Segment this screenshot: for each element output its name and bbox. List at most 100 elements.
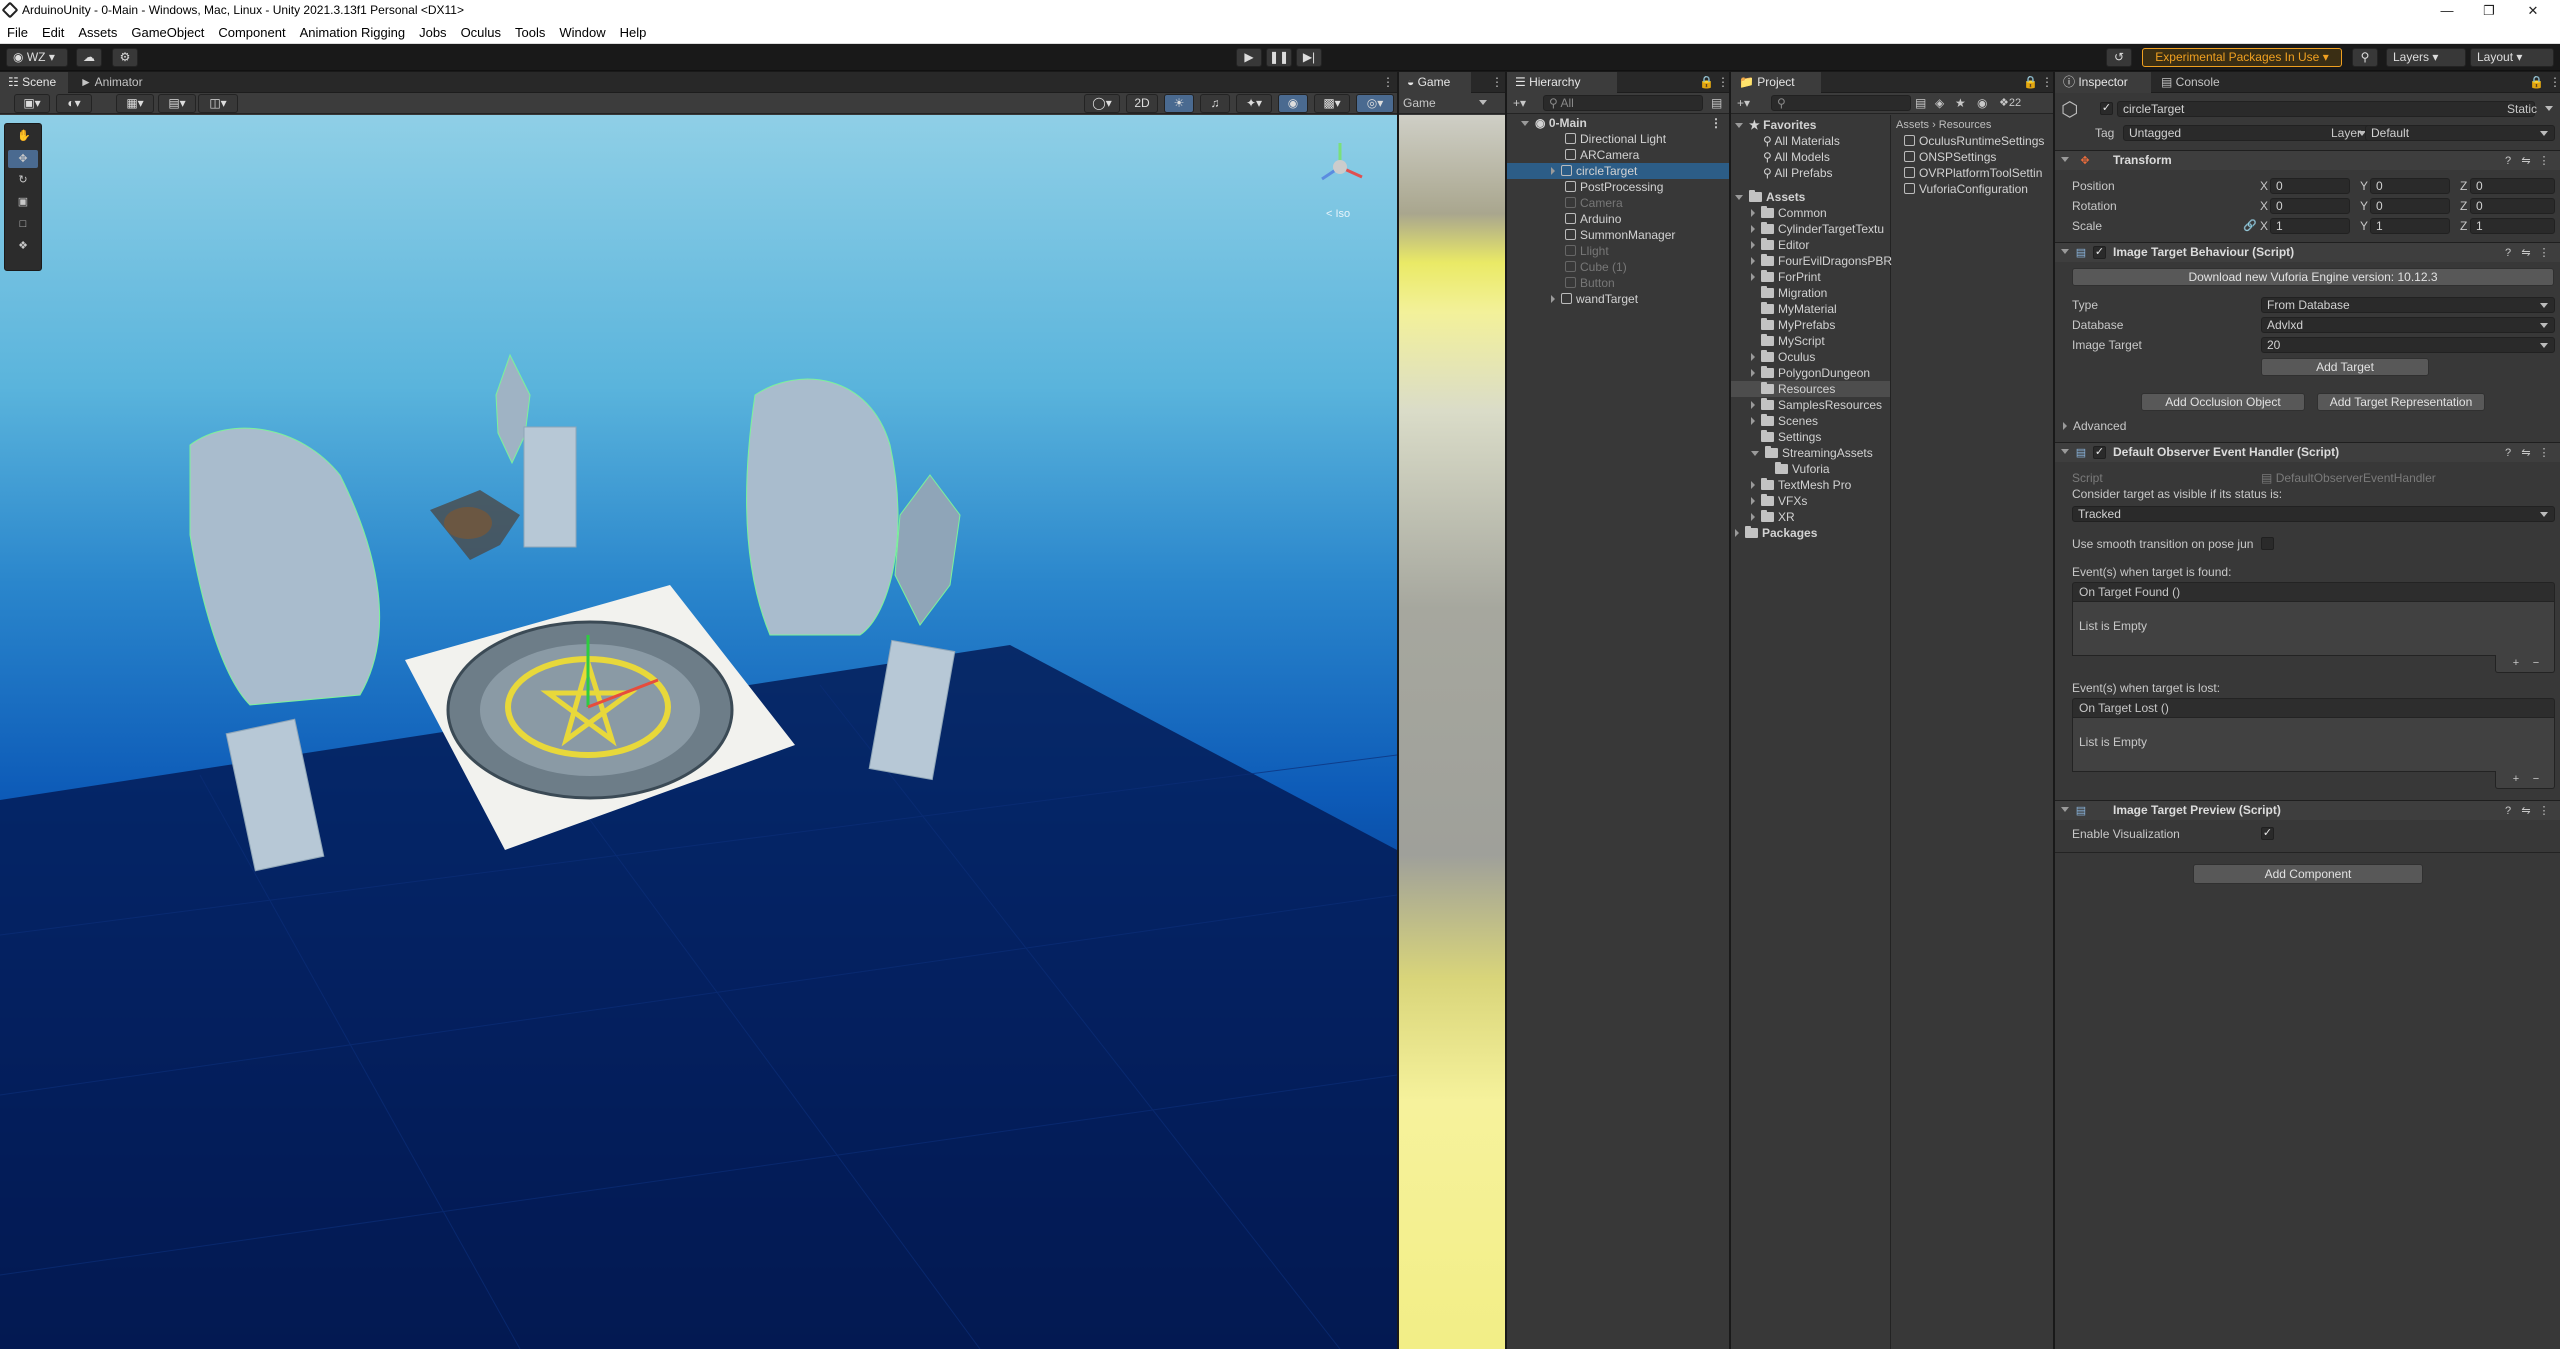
step-button[interactable]: ▶| bbox=[1296, 48, 1322, 67]
folder-item[interactable]: TextMesh Pro bbox=[1751, 477, 1851, 493]
add-event-icon[interactable]: + bbox=[2510, 657, 2522, 669]
folder-item[interactable]: PolygonDungeon bbox=[1751, 365, 1870, 381]
folder-item[interactable]: Vuforia bbox=[1775, 461, 1830, 477]
help-icon[interactable]: ? bbox=[2502, 447, 2514, 459]
hierarchy-item-selected[interactable]: circleTarget bbox=[1507, 163, 1729, 179]
folder-item[interactable]: Common bbox=[1751, 205, 1827, 221]
hierarchy-menu-icon[interactable]: ⋮ bbox=[1709, 72, 1729, 93]
add-target-representation-button[interactable]: Add Target Representation bbox=[2317, 393, 2485, 411]
component-menu-icon[interactable]: ⋮ bbox=[2538, 247, 2550, 259]
add-component-button[interactable]: Add Component bbox=[2193, 864, 2423, 884]
expand-icon[interactable] bbox=[1735, 529, 1739, 537]
pause-button[interactable]: ❚❚ bbox=[1266, 48, 1292, 67]
menu-jobs[interactable]: Jobs bbox=[412, 21, 453, 44]
file-item[interactable]: OVRPlatformToolSettin bbox=[1904, 165, 2042, 181]
rect-tool-icon[interactable]: □ bbox=[17, 218, 29, 230]
history-icon[interactable]: ↺ bbox=[2106, 48, 2132, 67]
inspector-menu-icon[interactable]: ⋮ bbox=[2541, 72, 2560, 93]
menu-component[interactable]: Component bbox=[211, 21, 292, 44]
hand-tool-icon[interactable]: ✋ bbox=[17, 130, 31, 142]
preset-icon[interactable]: ⇋ bbox=[2520, 447, 2532, 459]
tab-project[interactable]: 📁 Project bbox=[1731, 72, 1821, 93]
project-lock-icon[interactable]: 🔒 bbox=[2015, 72, 2038, 93]
expand-icon[interactable] bbox=[1751, 257, 1755, 265]
folder-item[interactable]: CylinderTargetTextu bbox=[1751, 221, 1884, 237]
favorites-header[interactable]: ★ Favorites bbox=[1735, 117, 1816, 133]
folder-item[interactable]: MyPrefabs bbox=[1761, 317, 1835, 333]
expand-icon[interactable] bbox=[1751, 225, 1755, 233]
folder-item[interactable]: Editor bbox=[1751, 237, 1809, 253]
persp-label[interactable]: < Iso bbox=[1326, 208, 1350, 220]
help-icon[interactable]: ? bbox=[2502, 805, 2514, 817]
file-item[interactable]: OculusRuntimeSettings bbox=[1904, 133, 2044, 149]
folder-item[interactable]: Scenes bbox=[1751, 413, 1818, 429]
folder-item[interactable]: FourEvilDragonsPBR bbox=[1751, 253, 1892, 269]
scene-viewport[interactable]: < Iso ✋ ✥ ↻ ▣ □ ❖ bbox=[0, 115, 1397, 1349]
maximize-icon[interactable]: ❐ bbox=[2466, 0, 2512, 21]
transform-tool-icon[interactable]: ❖ bbox=[17, 240, 29, 252]
rotation-y-field[interactable]: 0 bbox=[2370, 198, 2450, 214]
hierarchy-item-disabled[interactable]: Button bbox=[1565, 275, 1615, 291]
component-menu-icon[interactable]: ⋮ bbox=[2538, 805, 2550, 817]
expand-icon[interactable] bbox=[2061, 807, 2069, 812]
account-dropdown[interactable]: ◉ WZ ▾ bbox=[6, 48, 68, 67]
image-target-preview-header[interactable]: ▤ Image Target Preview (Script) ? ⇋ ⋮ bbox=[2055, 800, 2560, 820]
expand-icon[interactable] bbox=[2063, 422, 2067, 430]
hidden-objects-icon[interactable]: ◉ bbox=[1278, 94, 1308, 113]
search-by-label-icon[interactable]: ◈ bbox=[1935, 95, 1944, 111]
breadcrumb-resources[interactable]: Resources bbox=[1939, 119, 1992, 131]
game-menu-icon[interactable]: ⋮ bbox=[1483, 72, 1503, 93]
search-by-type-icon[interactable]: ▤ bbox=[1915, 95, 1926, 111]
hierarchy-filter-icon[interactable]: ▤ bbox=[1711, 95, 1722, 111]
hierarchy-add-icon[interactable]: +▾ bbox=[1513, 95, 1526, 111]
move-tool-icon[interactable]: ✥ bbox=[8, 150, 38, 168]
position-x-field[interactable]: 0 bbox=[2270, 178, 2350, 194]
expand-icon[interactable] bbox=[1751, 369, 1755, 377]
favorite-item[interactable]: ⚲ All Materials bbox=[1763, 133, 1840, 149]
menu-file[interactable]: File bbox=[0, 21, 35, 44]
expand-icon[interactable] bbox=[1751, 417, 1755, 425]
project-search-input[interactable]: ⚲ bbox=[1771, 95, 1911, 111]
scale-x-field[interactable]: 1 bbox=[2270, 218, 2350, 234]
expand-icon[interactable] bbox=[1751, 451, 1759, 456]
game-view[interactable] bbox=[1399, 115, 1505, 1349]
menu-help[interactable]: Help bbox=[613, 21, 654, 44]
assets-header[interactable]: Assets bbox=[1735, 189, 1805, 205]
menu-gameobject[interactable]: GameObject bbox=[124, 21, 211, 44]
menu-tools[interactable]: Tools bbox=[508, 21, 552, 44]
help-icon[interactable]: ? bbox=[2502, 247, 2514, 259]
folder-item[interactable]: Oculus bbox=[1751, 349, 1815, 365]
enabled-checkbox[interactable]: ✓ bbox=[2093, 446, 2106, 459]
preset-icon[interactable]: ⇋ bbox=[2520, 247, 2532, 259]
folder-item[interactable]: MyMaterial bbox=[1761, 301, 1837, 317]
rotate-tool-icon[interactable]: ↻ bbox=[17, 174, 29, 186]
expand-icon[interactable] bbox=[1751, 481, 1755, 489]
object-name-field[interactable]: circleTarget bbox=[2117, 101, 2535, 117]
expand-icon[interactable] bbox=[2061, 449, 2069, 454]
add-occlusion-object-button[interactable]: Add Occlusion Object bbox=[2141, 393, 2305, 411]
collab-icon[interactable]: ⚙ bbox=[112, 48, 138, 67]
expand-icon[interactable] bbox=[1735, 195, 1743, 200]
add-event-icon[interactable]: + bbox=[2510, 773, 2522, 785]
hierarchy-scene-root[interactable]: ◉ 0-Main ⋮ bbox=[1521, 115, 1726, 131]
remove-event-icon[interactable]: − bbox=[2530, 773, 2542, 785]
menu-window[interactable]: Window bbox=[552, 21, 612, 44]
transform-header[interactable]: ✥ Transform ? ⇋ ⋮ bbox=[2055, 150, 2560, 170]
tab-scene[interactable]: ☷ Scene bbox=[0, 72, 68, 93]
file-item[interactable]: ONSPSettings bbox=[1904, 149, 1996, 165]
rotation-z-field[interactable]: 0 bbox=[2470, 198, 2555, 214]
hierarchy-item[interactable]: SummonManager bbox=[1565, 227, 1675, 243]
hierarchy-search-input[interactable]: ⚲ All bbox=[1543, 95, 1703, 111]
position-z-field[interactable]: 0 bbox=[2470, 178, 2555, 194]
expand-icon[interactable] bbox=[1551, 295, 1555, 303]
folder-item[interactable]: XR bbox=[1751, 509, 1795, 525]
scale-y-field[interactable]: 1 bbox=[2370, 218, 2450, 234]
grid-toggle[interactable]: ▤▾ bbox=[158, 94, 196, 113]
component-menu-icon[interactable]: ⋮ bbox=[2538, 155, 2550, 167]
tracked-status-dropdown[interactable]: Tracked bbox=[2072, 506, 2555, 522]
position-y-field[interactable]: 0 bbox=[2370, 178, 2450, 194]
help-icon[interactable]: ? bbox=[2502, 155, 2514, 167]
menu-edit[interactable]: Edit bbox=[35, 21, 71, 44]
game-display-dropdown[interactable]: Game bbox=[1403, 95, 1493, 111]
toggle-2d-button[interactable]: 2D bbox=[1126, 94, 1158, 113]
